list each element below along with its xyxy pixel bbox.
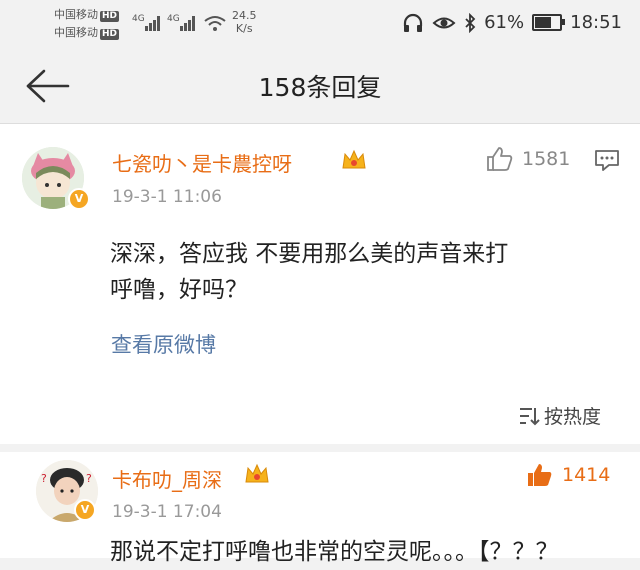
comment-text: 那说不定打呼噜也非常的空灵呢。。。【？？？ [110,539,559,565]
comment-timestamp: 19-3-1 11:06 [112,187,222,207]
hd-badge: HD [100,11,120,22]
carrier-1-label: 中国移动 [54,8,98,21]
comment-username[interactable]: 七瓷叻丶是卡農控呀 [112,148,292,177]
nav-bar: 158条回复 [0,50,640,124]
thumbs-up-icon [487,147,513,171]
like-count: 1414 [562,464,611,486]
eye-icon [432,17,456,28]
battery-fill [535,17,551,28]
svg-text:?: ? [86,472,92,485]
comment-card: ? ? V 卡布叻_周深 19-3-1 17:04 1414 那说不定打呼噜也非… [0,452,640,565]
comment-text: 深深，答应我 不要用那么美的声音来打 呼噜，好吗？ [110,236,508,308]
sort-label: 按热度 [544,406,602,428]
sort-by-hot-button[interactable]: 按热度 [518,402,601,429]
net-type-2: 4G [167,14,180,24]
net-type-1: 4G [132,14,145,24]
battery-percent: 61% [484,12,525,33]
verified-icon: V [68,188,90,210]
verified-icon: V [74,499,96,521]
status-bar: 中国移动 HD 中国移动 HD 4G 4G 24.5 K/s 61% 18:51 [0,0,640,50]
comment-text-line-1: 深深，答应我 不要用那么美的声音来打 [110,241,509,267]
crown-icon [342,149,366,169]
carrier-2-label: 中国移动 [54,26,98,39]
carrier-2: 中国移动 HD [54,26,120,40]
headphones-icon [404,13,423,32]
like-count: 1581 [522,148,571,170]
crown-icon [245,463,269,483]
net-speed: 24.5 K/s [232,9,257,35]
comment-card: V 七瓷叻丶是卡農控呀 19-3-1 11:06 1581 深深，答应我 不要用… [0,124,640,444]
net-speed-unit: K/s [235,22,253,35]
status-right: 61% 18:51 [402,12,622,33]
bluetooth-icon [465,12,476,33]
thumbs-up-icon [528,464,552,486]
comment-timestamp: 19-3-1 17:04 [112,502,222,522]
signal-icon: 4G [132,14,160,31]
carrier-1: 中国移动 HD [54,8,120,22]
reply-icon[interactable] [594,148,620,172]
comment-text-line-2: 呼噜，好吗？ [110,277,248,303]
battery-icon [532,14,566,31]
page-title: 158条回复 [258,73,382,102]
like-button[interactable]: 1414 [526,462,610,488]
wifi-icon [204,16,226,31]
sort-icon [520,407,540,425]
signal-icon-2: 4G [167,14,195,31]
view-original-link[interactable]: 查看原微博 [111,329,216,359]
net-speed-value: 24.5 [232,9,257,22]
clock: 18:51 [570,12,622,33]
hd-badge-2: HD [100,29,120,40]
like-button[interactable]: 1581 [486,146,570,172]
svg-text:?: ? [41,472,47,485]
comment-username[interactable]: 卡布叻_周深 [112,464,222,493]
